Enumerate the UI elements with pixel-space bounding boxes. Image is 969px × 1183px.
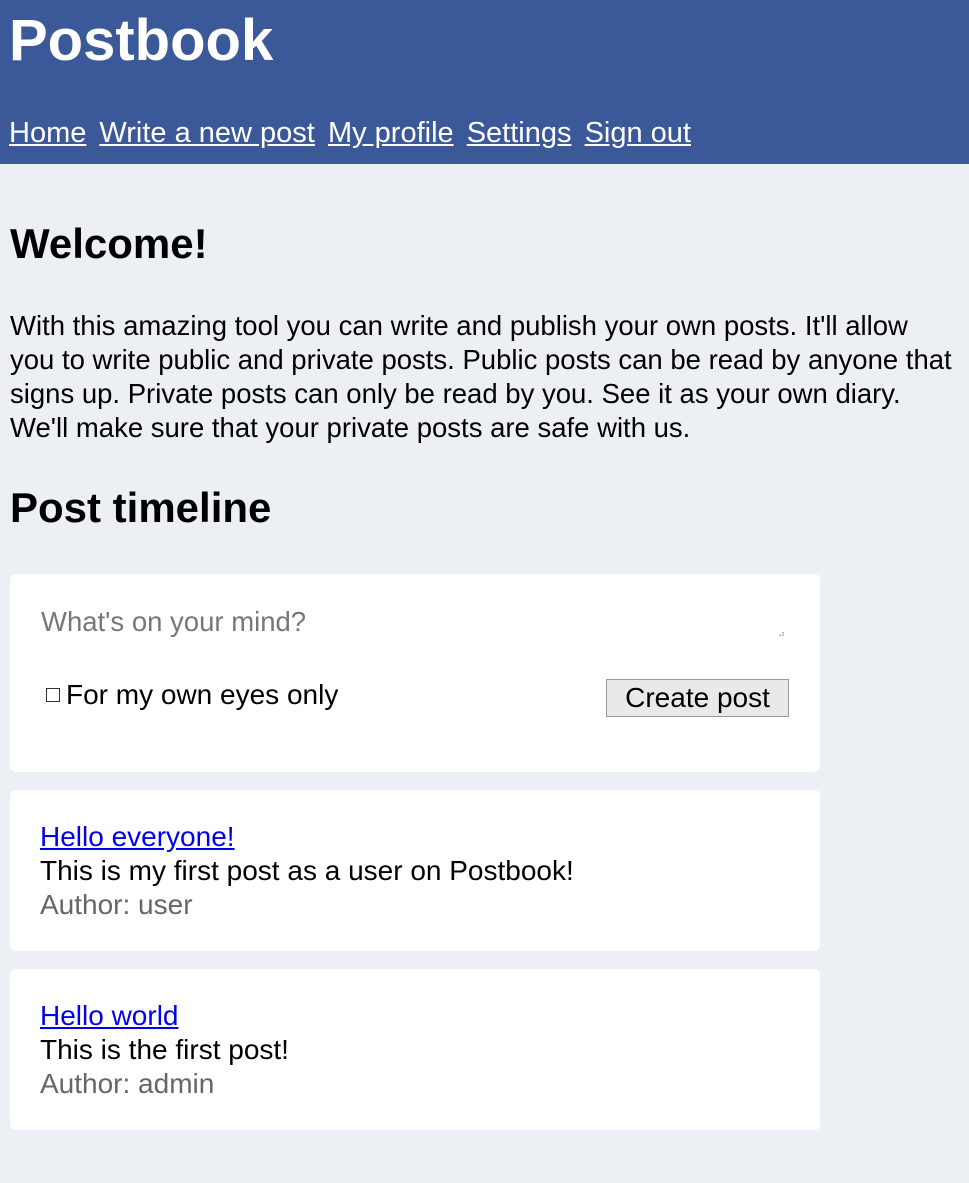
- nav-settings-link[interactable]: Settings: [467, 117, 572, 149]
- timeline-heading: Post timeline: [10, 484, 272, 531]
- site-header: Postbook Home Write a new post My profil…: [0, 0, 969, 164]
- main-content: Welcome! With this amazing tool you can …: [0, 164, 969, 1130]
- site-brand: Postbook: [9, 8, 274, 73]
- main-nav: Home Write a new post My profile Setting…: [9, 114, 696, 152]
- post-author: Author: user: [40, 889, 193, 920]
- post-body: This is the first post!: [40, 1034, 289, 1065]
- private-post-checkbox[interactable]: [46, 688, 60, 702]
- welcome-text: With this amazing tool you can write and…: [10, 310, 952, 443]
- post-card: Hello world This is the first post! Auth…: [10, 969, 820, 1130]
- nav-write-post-link[interactable]: Write a new post: [99, 117, 314, 149]
- post-text-input[interactable]: What's on your mind?: [41, 602, 801, 652]
- post-body: This is my first post as a user on Postb…: [40, 855, 574, 886]
- create-post-button[interactable]: Create post: [606, 679, 789, 717]
- post-author: Author: admin: [40, 1068, 215, 1099]
- post-title-link[interactable]: Hello everyone!: [40, 820, 790, 854]
- post-title-link[interactable]: Hello world: [40, 999, 790, 1033]
- post-card: Hello everyone! This is my first post as…: [10, 790, 820, 951]
- nav-sign-out-link[interactable]: Sign out: [585, 117, 691, 149]
- welcome-heading: Welcome!: [10, 220, 208, 267]
- post-composer: What's on your mind? ⠴ For my own eyes o…: [10, 574, 820, 772]
- nav-home-link[interactable]: Home: [9, 117, 86, 149]
- private-post-label: For my own eyes only: [66, 679, 339, 710]
- private-post-option[interactable]: For my own eyes only: [46, 677, 338, 713]
- nav-my-profile-link[interactable]: My profile: [328, 117, 454, 149]
